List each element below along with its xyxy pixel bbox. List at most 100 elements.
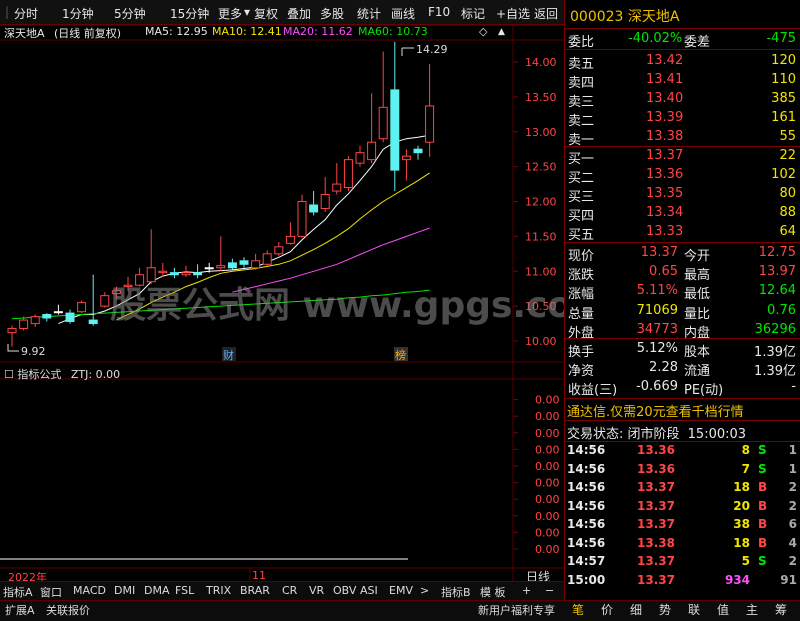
quote-tab-6[interactable]: 主 <box>746 601 758 618</box>
candle-body[interactable] <box>401 155 411 161</box>
period-tab-15min[interactable]: 15分钟 <box>170 5 209 22</box>
indicator-tab-13[interactable]: > <box>420 584 429 597</box>
candle-body[interactable] <box>193 272 203 276</box>
period-tab-fenshi[interactable]: 分时 <box>14 5 38 22</box>
candle-body[interactable] <box>413 148 423 154</box>
indicator-tab-17[interactable]: − <box>545 584 554 597</box>
bid-row[interactable]: 买一 13.37 22 <box>564 146 800 167</box>
candle-body[interactable] <box>378 106 388 140</box>
indicator-tab-2[interactable]: MACD <box>73 584 106 597</box>
indicator-tab-16[interactable]: + <box>522 584 531 597</box>
candle-body[interactable] <box>297 201 307 237</box>
candle-body[interactable] <box>309 204 319 213</box>
list-event-marker[interactable]: 榜 <box>395 348 406 362</box>
indicator-tab-0[interactable]: 指标A <box>3 584 33 600</box>
bid-row[interactable]: 买五 13.33 64 <box>564 222 800 243</box>
diamond-icon[interactable]: ◇ <box>479 25 487 38</box>
ask-row[interactable]: 卖一 13.38 55 <box>564 127 800 148</box>
indicator-tab-7[interactable]: BRAR <box>240 584 270 597</box>
candle-body[interactable] <box>77 302 87 313</box>
indicator-title[interactable]: 指标公式 <box>17 368 61 381</box>
indicator-tab-10[interactable]: OBV <box>333 584 356 597</box>
candle-body[interactable] <box>251 260 261 269</box>
quote-tab-7[interactable]: 筹 <box>775 601 787 618</box>
indicator-value: ZTJ: 0.00 <box>70 368 121 381</box>
bid-row[interactable]: 买二 13.36 102 <box>564 165 800 186</box>
stat-row: 现价 13.37 今开 12.75 <box>564 243 800 264</box>
candle-body[interactable] <box>65 312 75 322</box>
indicator-tab-12[interactable]: EMV <box>389 584 413 597</box>
indicator-tab-15[interactable]: 模 板 <box>480 584 506 600</box>
candle-body[interactable] <box>135 274 145 286</box>
indicator-tab-8[interactable]: CR <box>282 584 297 597</box>
candle-body[interactable] <box>158 270 168 274</box>
candle-body[interactable] <box>332 183 342 192</box>
indicator-tab-1[interactable]: 窗口 <box>40 584 62 600</box>
indicator-tab-4[interactable]: DMA <box>144 584 170 597</box>
candle-body[interactable] <box>285 235 295 244</box>
candle-body[interactable] <box>425 105 435 143</box>
candle-body[interactable] <box>169 272 179 276</box>
quote-tab-2[interactable]: 细 <box>630 601 642 618</box>
indicator-tab-14[interactable]: 指标B <box>441 584 471 600</box>
ask-row[interactable]: 卖五 13.42 120 <box>564 51 800 72</box>
candle-body[interactable] <box>355 152 365 164</box>
quote-tab-3[interactable]: 势 <box>659 601 671 618</box>
candle-body[interactable] <box>53 311 63 314</box>
new-user-promo-link[interactable]: 新用户福利专享 <box>478 602 555 618</box>
quote-tab-5[interactable]: 值 <box>717 601 729 618</box>
candle-body[interactable] <box>146 267 156 283</box>
ask-row[interactable]: 卖三 13.40 385 <box>564 89 800 110</box>
overlay-button[interactable]: 叠加 <box>287 5 311 22</box>
candle-body[interactable] <box>42 313 52 319</box>
back-button[interactable]: 返回 <box>534 5 558 22</box>
candle-body[interactable] <box>30 316 40 325</box>
bid-row[interactable]: 买三 13.35 80 <box>564 184 800 205</box>
ask-row[interactable]: 卖二 13.39 161 <box>564 108 800 129</box>
statistics-button[interactable]: 统计 <box>357 5 381 22</box>
multi-stock-button[interactable]: 多股 <box>320 5 344 22</box>
f10-button[interactable]: F10 <box>428 5 450 19</box>
candle-body[interactable] <box>181 272 191 276</box>
candle-body[interactable] <box>320 194 330 209</box>
indicator-tab-9[interactable]: VR <box>309 584 324 597</box>
period-tab-5min[interactable]: 5分钟 <box>114 5 146 22</box>
indicator-tab-6[interactable]: TRIX <box>206 584 231 597</box>
quote-tab-0[interactable]: 笔 <box>572 601 584 618</box>
candle-body[interactable] <box>262 253 272 265</box>
related-quote-tab[interactable]: 关联报价 <box>46 602 90 618</box>
period-tab-1min[interactable]: 1分钟 <box>62 5 94 22</box>
candle-body[interactable] <box>390 89 400 171</box>
candle-body[interactable] <box>343 159 353 189</box>
more-dropdown-icon[interactable]: ▾ <box>244 5 250 19</box>
mark-button[interactable]: 标记 <box>461 5 485 22</box>
ask-row[interactable]: 卖四 13.41 110 <box>564 70 800 91</box>
candle-body[interactable] <box>88 319 98 325</box>
candle-body[interactable] <box>216 265 226 269</box>
candle-body[interactable] <box>239 260 249 265</box>
candle-body[interactable] <box>19 319 29 329</box>
candle-body[interactable] <box>227 262 237 269</box>
indicator-tab-5[interactable]: FSL <box>175 584 194 597</box>
candle-body[interactable] <box>367 141 377 161</box>
add-favorite-button[interactable]: +自选 <box>496 5 530 22</box>
quote-tab-1[interactable]: 价 <box>601 601 613 618</box>
indicator-tab-11[interactable]: ASI <box>360 584 378 597</box>
collapse-arrow-icon[interactable]: ▲ <box>498 27 505 37</box>
period-more-button[interactable]: 更多 <box>218 5 242 22</box>
indicator-tab-3[interactable]: DMI <box>114 584 135 597</box>
fuquan-button[interactable]: 复权 <box>254 5 278 22</box>
candle-body[interactable] <box>274 246 284 255</box>
indicator-expand-icon[interactable]: ☐ <box>4 368 14 381</box>
bid-row[interactable]: 买四 13.34 88 <box>564 203 800 224</box>
candle-body[interactable] <box>7 327 17 334</box>
level2-promo-link[interactable]: 通达信.仅需20元查看千档行情 <box>567 401 744 420</box>
draw-line-button[interactable]: 画线 <box>391 5 415 22</box>
kline-chart[interactable]: 14.0013.5013.0012.5012.0011.5011.0010.50… <box>0 25 564 581</box>
finance-event-marker[interactable]: 财 <box>223 348 234 362</box>
quote-tab-4[interactable]: 联 <box>688 601 700 618</box>
expand-a-tab[interactable]: 扩展A <box>5 602 35 618</box>
candle-body[interactable] <box>204 267 214 270</box>
stat-value: 71069 <box>636 302 678 318</box>
candle-body[interactable] <box>100 295 110 307</box>
